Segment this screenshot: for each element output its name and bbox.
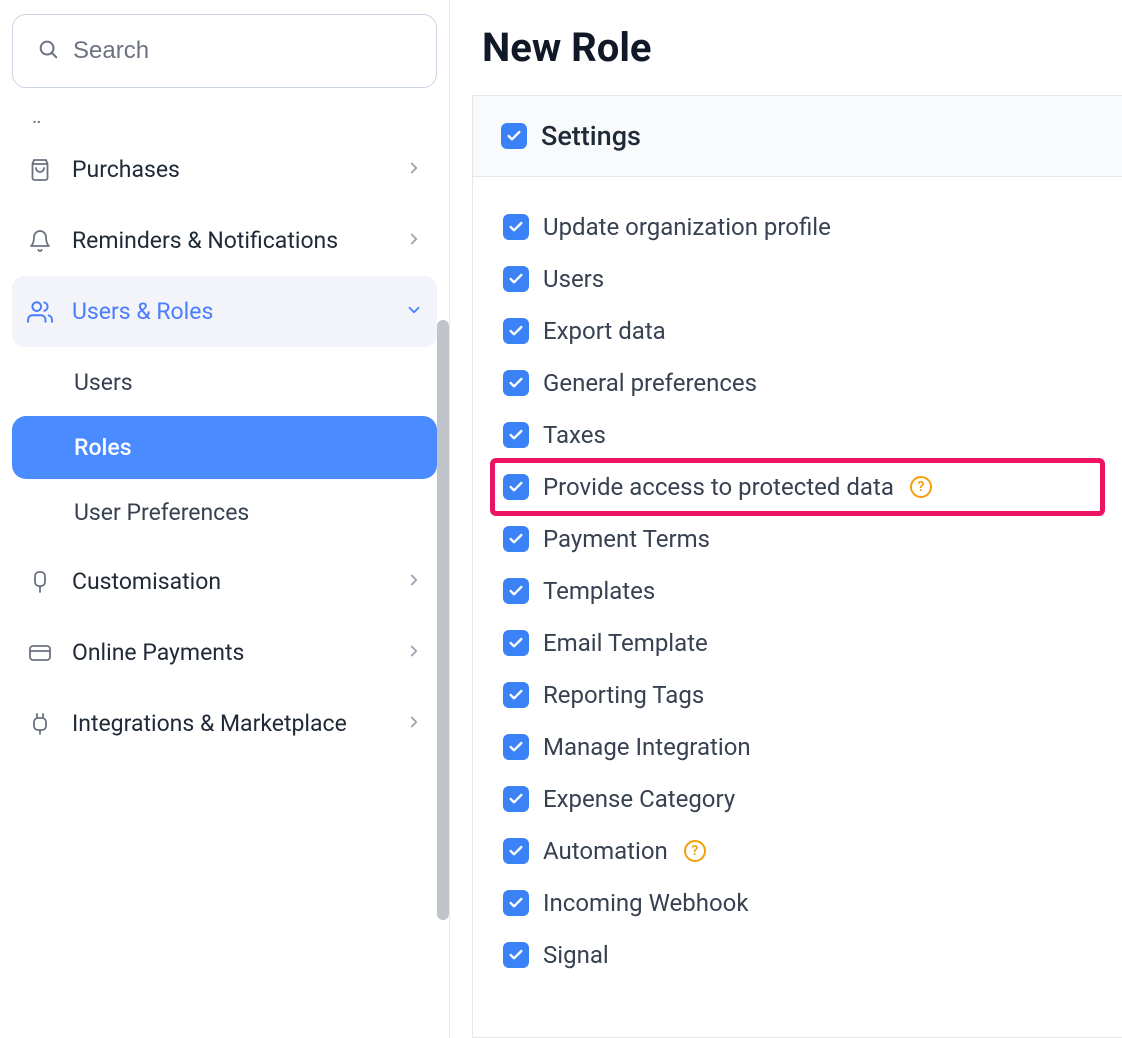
main-content: New Role Settings Update organization pr…	[450, 0, 1122, 1038]
bell-icon	[26, 229, 54, 253]
subnav-users[interactable]: Users	[12, 351, 437, 414]
permission-label: Signal	[543, 941, 609, 969]
permission-label: Manage Integration	[543, 733, 751, 761]
permission-item: Update organization profile	[503, 213, 1092, 241]
permission-label: Automation	[543, 837, 668, 865]
permission-label: Taxes	[543, 421, 606, 449]
sidebar-item-label: Users & Roles	[72, 296, 387, 327]
chevron-right-icon	[405, 568, 423, 595]
permission-checkbox[interactable]	[503, 422, 529, 448]
permission-item: Templates	[503, 577, 1092, 605]
permission-label: Expense Category	[543, 785, 735, 813]
users-icon	[26, 299, 54, 325]
nav-scroll: ‥ Purchases Reminders & Notifications U	[12, 96, 437, 1038]
page-title: New Role	[482, 24, 1090, 71]
sidebar-item-customisation[interactable]: Customisation	[12, 546, 437, 617]
chevron-down-icon	[405, 298, 423, 325]
sidebar-item-label: Integrations & Marketplace	[72, 708, 387, 739]
permission-checkbox[interactable]	[503, 474, 529, 500]
settings-checkbox[interactable]	[501, 123, 527, 149]
permission-label: Users	[543, 265, 604, 293]
permission-item: Export data	[503, 317, 1092, 345]
permission-item: Signal	[503, 941, 1092, 969]
permission-label: Payment Terms	[543, 525, 710, 553]
permission-checkbox[interactable]	[503, 890, 529, 916]
settings-section-title: Settings	[541, 120, 641, 152]
nav-overflow-indicator: ‥	[12, 104, 437, 134]
permission-item: Payment Terms	[503, 525, 1092, 553]
search-input[interactable]	[73, 37, 412, 65]
subnav-roles[interactable]: Roles	[12, 416, 437, 479]
page-header: New Role	[450, 0, 1122, 95]
permission-item: Automation?	[503, 837, 1092, 865]
permission-label: Incoming Webhook	[543, 889, 749, 917]
settings-panel-header: Settings	[473, 96, 1122, 177]
sidebar-item-label: Online Payments	[72, 637, 387, 668]
permission-item: Provide access to protected data?	[490, 458, 1105, 516]
scrollbar-thumb[interactable]	[437, 320, 449, 920]
search-box[interactable]	[12, 14, 437, 88]
permission-checkbox[interactable]	[503, 734, 529, 760]
permission-item: Expense Category	[503, 785, 1092, 813]
sidebar-item-label: Reminders & Notifications	[72, 225, 387, 256]
permission-item: Users	[503, 265, 1092, 293]
search-icon	[37, 38, 59, 64]
help-icon[interactable]: ?	[910, 476, 932, 498]
settings-panel: Settings Update organization profile User…	[472, 95, 1122, 1038]
permission-checkbox[interactable]	[503, 370, 529, 396]
tag-icon	[26, 570, 54, 594]
plug-icon	[26, 712, 54, 736]
sidebar-item-label: Customisation	[72, 566, 387, 597]
permission-label: Update organization profile	[543, 213, 831, 241]
permission-checkbox[interactable]	[503, 630, 529, 656]
permission-checkbox[interactable]	[503, 578, 529, 604]
permission-label: Provide access to protected data	[543, 473, 894, 501]
permission-checkbox[interactable]	[503, 526, 529, 552]
chevron-right-icon	[405, 639, 423, 666]
permission-label: Export data	[543, 317, 666, 345]
permission-label: General preferences	[543, 369, 757, 397]
permission-item: Taxes	[503, 421, 1092, 449]
permission-checkbox[interactable]	[503, 318, 529, 344]
sidebar-item-online-payments[interactable]: Online Payments	[12, 617, 437, 688]
sidebar-item-users-roles[interactable]: Users & Roles	[12, 276, 437, 347]
chevron-right-icon	[405, 710, 423, 737]
permission-checkbox[interactable]	[503, 682, 529, 708]
permission-checkbox[interactable]	[503, 266, 529, 292]
permission-item: Reporting Tags	[503, 681, 1092, 709]
sidebar: ‥ Purchases Reminders & Notifications U	[0, 0, 450, 1038]
subnav-user-preferences[interactable]: User Preferences	[12, 481, 437, 544]
bag-icon	[26, 158, 54, 182]
permission-checkbox[interactable]	[503, 214, 529, 240]
sidebar-item-label: Purchases	[72, 154, 387, 185]
permission-checkbox[interactable]	[503, 838, 529, 864]
permission-checkbox[interactable]	[503, 786, 529, 812]
users-roles-subnav: Users Roles User Preferences	[12, 351, 437, 544]
permission-item: Email Template	[503, 629, 1092, 657]
help-icon[interactable]: ?	[684, 840, 706, 862]
chevron-right-icon	[405, 227, 423, 254]
permission-item: Manage Integration	[503, 733, 1092, 761]
permission-label: Email Template	[543, 629, 708, 657]
sidebar-item-reminders[interactable]: Reminders & Notifications	[12, 205, 437, 276]
permission-label: Reporting Tags	[543, 681, 704, 709]
chevron-right-icon	[405, 156, 423, 183]
permission-item: General preferences	[503, 369, 1092, 397]
permission-label: Templates	[543, 577, 655, 605]
permission-item: Incoming Webhook	[503, 889, 1092, 917]
permission-checkbox[interactable]	[503, 942, 529, 968]
card-icon	[26, 641, 54, 665]
sidebar-item-purchases[interactable]: Purchases	[12, 134, 437, 205]
sidebar-item-integrations[interactable]: Integrations & Marketplace	[12, 688, 437, 759]
permissions-list: Update organization profile Users Export d…	[473, 177, 1122, 1005]
